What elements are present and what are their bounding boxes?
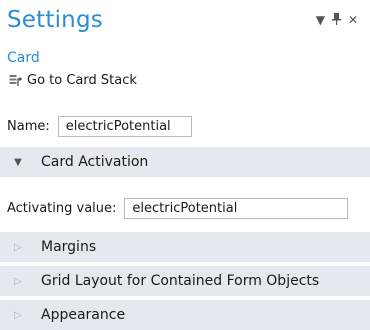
node-type-label: Card [7, 50, 40, 66]
section-grid-layout[interactable]: ▷ Grid Layout for Contained Form Objects [0, 266, 370, 296]
close-icon[interactable]: ✕ [348, 14, 358, 26]
window-controls: ▼ ✕ [316, 13, 358, 27]
section-label: Appearance [41, 307, 126, 323]
section-margins[interactable]: ▷ Margins [0, 232, 370, 262]
collapsed-arrow-icon: ▷ [14, 309, 22, 321]
section-card-activation[interactable]: ▼ Card Activation [0, 147, 370, 177]
name-row: Name: electricPotential [7, 116, 192, 137]
go-to-card-stack-label: Go to Card Stack [27, 73, 137, 88]
section-label: Grid Layout for Contained Form Objects [41, 273, 320, 289]
name-label: Name: [7, 119, 50, 134]
collapsed-arrow-icon: ▷ [14, 275, 22, 287]
pin-icon[interactable] [331, 13, 341, 27]
expanded-arrow-icon: ▼ [14, 156, 22, 168]
panel-title: Settings [7, 7, 103, 33]
collapsed-arrow-icon: ▷ [14, 241, 22, 253]
activating-value-input[interactable]: electricPotential [124, 198, 349, 219]
activating-value-label: Activating value: [7, 201, 117, 216]
name-input[interactable]: electricPotential [57, 116, 192, 137]
card-stack-icon [9, 74, 23, 87]
section-label: Margins [41, 239, 97, 255]
activating-value-row: Activating value: electricPotential [7, 198, 349, 219]
section-label: Card Activation [41, 154, 149, 170]
dropdown-icon[interactable]: ▼ [316, 14, 325, 26]
go-to-card-stack-link[interactable]: Go to Card Stack [9, 73, 137, 88]
